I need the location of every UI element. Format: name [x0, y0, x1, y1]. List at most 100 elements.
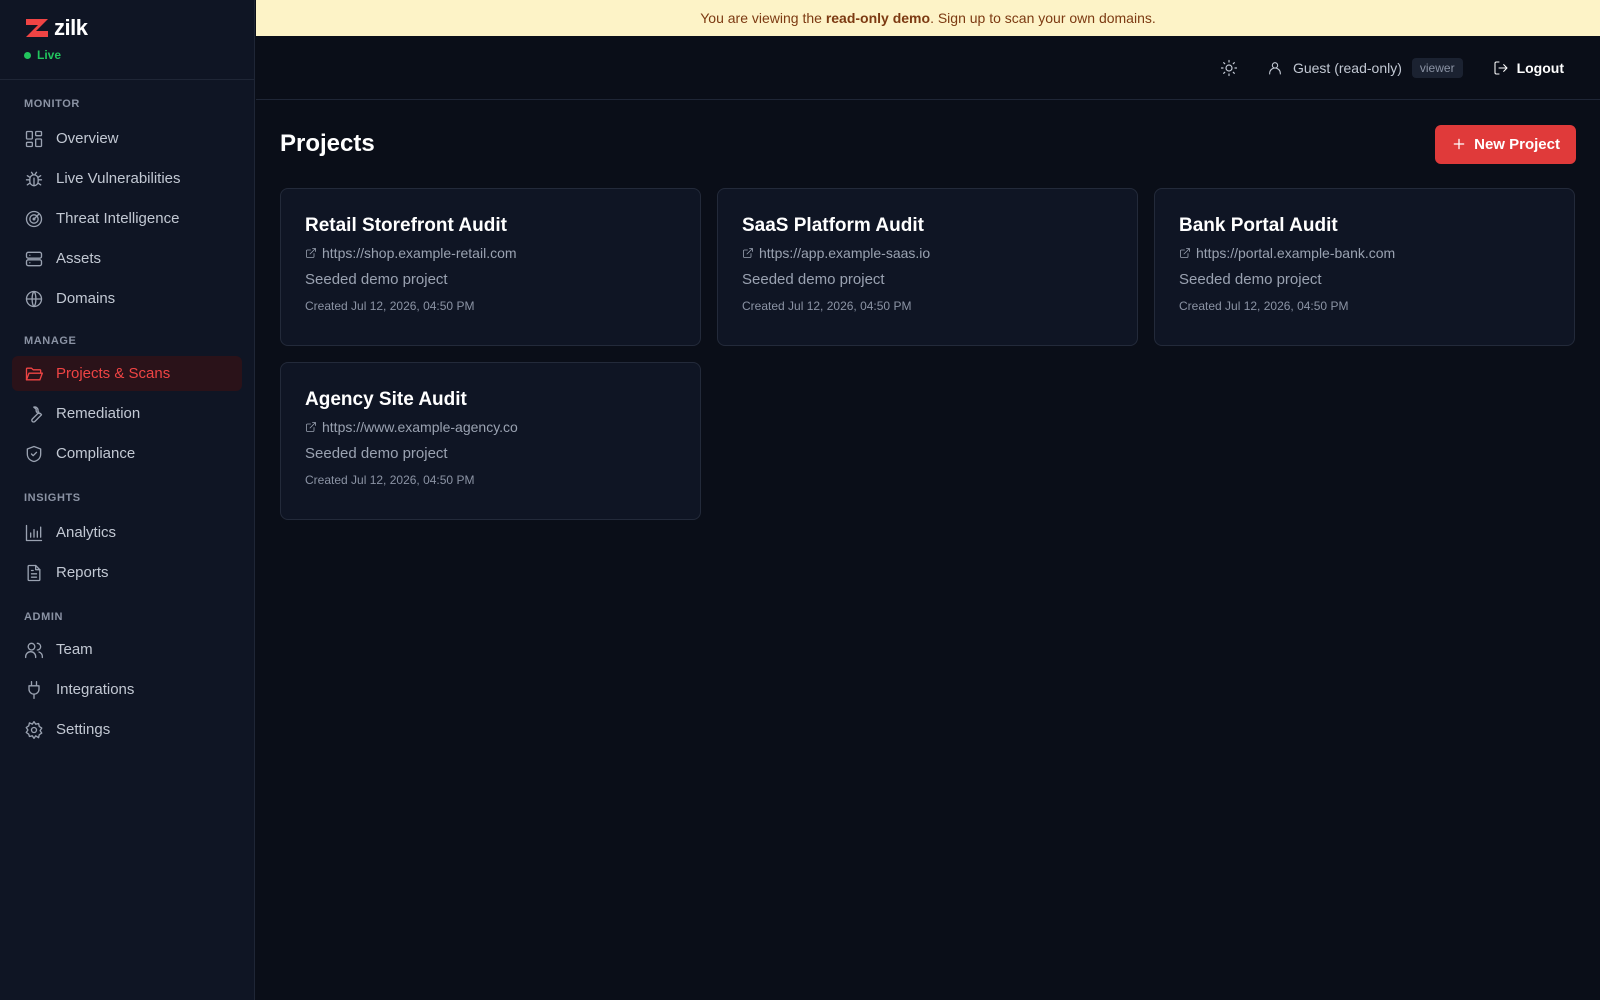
- page-header: Projects New Project: [280, 100, 1576, 188]
- section-title-insights: INSIGHTS: [24, 492, 81, 504]
- banner-prefix: You are viewing the: [700, 10, 826, 26]
- sidebar-item-label: Overview: [56, 130, 119, 147]
- project-description: Seeded demo project: [742, 271, 885, 288]
- project-title: Bank Portal Audit: [1179, 215, 1338, 236]
- grid-icon: [24, 129, 44, 149]
- globe-icon: [24, 289, 44, 309]
- section-title-monitor: MONITOR: [24, 98, 80, 110]
- projects-grid: Retail Storefront Audit https://shop.exa…: [280, 188, 1576, 520]
- banner-emphasis: read-only demo: [825, 10, 931, 26]
- sidebar-item-live-vulnerabilities[interactable]: Live Vulnerabilities: [12, 161, 242, 196]
- server-icon: [24, 249, 44, 269]
- live-dot-icon: [24, 51, 31, 59]
- project-url-link[interactable]: https://shop.example-retail.com: [305, 245, 676, 261]
- logout-icon: [1491, 58, 1511, 78]
- project-created: Created Jul 12, 2026, 04:50 PM: [742, 299, 912, 313]
- sidebar-item-compliance[interactable]: Compliance: [12, 436, 242, 471]
- project-title: Retail Storefront Audit: [305, 215, 507, 236]
- plus-icon: [1453, 138, 1465, 150]
- project-title: Agency Site Audit: [305, 389, 467, 410]
- sun-icon[interactable]: [1219, 58, 1239, 78]
- users-icon: [24, 640, 44, 660]
- project-url: https://shop.example-retail.com: [322, 245, 517, 261]
- sidebar-item-analytics[interactable]: Analytics: [12, 515, 242, 550]
- plug-icon: [24, 680, 44, 700]
- logo[interactable]: zilk: [24, 16, 230, 40]
- sidebar-item-overview[interactable]: Overview: [12, 121, 242, 156]
- sidebar-item-label: Reports: [56, 564, 109, 581]
- logout-button[interactable]: Logout: [1491, 58, 1564, 78]
- role-badge: viewer: [1411, 57, 1463, 78]
- radar-icon: [24, 209, 44, 229]
- sidebar-item-label: Compliance: [56, 445, 136, 462]
- sidebar-item-remediation[interactable]: Remediation: [12, 396, 242, 431]
- project-url: https://portal.example-bank.com: [1196, 245, 1396, 261]
- new-project-button[interactable]: New Project: [1435, 124, 1576, 164]
- sidebar-item-label: Analytics: [56, 524, 117, 541]
- project-url-link[interactable]: https://www.example-agency.co: [305, 419, 676, 435]
- user-menu[interactable]: Guest (read-only) viewer: [1265, 57, 1463, 78]
- bug-icon: [24, 169, 44, 189]
- brand-name: zilk: [54, 15, 88, 40]
- sidebar-item-label: Projects & Scans: [56, 365, 171, 382]
- sidebar-nav: MONITOR Overview Live Vulnerabilities Th…: [0, 95, 254, 747]
- project-url-link[interactable]: https://portal.example-bank.com: [1179, 245, 1550, 261]
- shield-icon: [24, 444, 44, 464]
- project-created: Created Jul 12, 2026, 04:50 PM: [305, 299, 475, 313]
- external-link-icon: [306, 248, 316, 258]
- project-url: https://app.example-saas.io: [759, 245, 931, 261]
- file-icon: [24, 563, 44, 583]
- project-created: Created Jul 12, 2026, 04:50 PM: [1179, 299, 1349, 313]
- sidebar-item-reports[interactable]: Reports: [12, 555, 242, 590]
- page-title: Projects: [280, 130, 375, 157]
- project-title: SaaS Platform Audit: [742, 215, 924, 236]
- sidebar-item-projects-scans[interactable]: Projects & Scans: [12, 356, 242, 391]
- external-link-icon: [743, 248, 753, 258]
- sidebar-item-label: Remediation: [56, 405, 141, 422]
- banner-suffix: . Sign up to scan your own domains.: [930, 10, 1156, 26]
- sidebar-item-label: Live Vulnerabilities: [56, 170, 181, 187]
- top-header: Guest (read-only) viewer Logout: [256, 36, 1600, 100]
- sidebar-item-label: Domains: [56, 290, 116, 307]
- gear-icon: [24, 720, 44, 740]
- sidebar-item-label: Settings: [56, 721, 111, 738]
- sidebar-item-domains[interactable]: Domains: [12, 281, 242, 316]
- section-title-admin: ADMIN: [24, 611, 64, 623]
- project-url-link[interactable]: https://app.example-saas.io: [742, 245, 1113, 261]
- project-card[interactable]: SaaS Platform Audit https://app.example-…: [717, 188, 1138, 346]
- project-url: https://www.example-agency.co: [322, 419, 518, 435]
- user-icon: [1265, 58, 1285, 78]
- sidebar: zilk Live MONITOR Overview Live Vulnerab…: [0, 0, 255, 1000]
- bar-chart-icon: [24, 523, 44, 543]
- folder-icon: [24, 364, 44, 384]
- sidebar-item-integrations[interactable]: Integrations: [12, 672, 242, 707]
- user-name: Guest (read-only): [1292, 59, 1402, 76]
- main-content: Projects New Project Retail Storefront A…: [256, 100, 1600, 1000]
- project-created: Created Jul 12, 2026, 04:50 PM: [305, 473, 475, 487]
- sidebar-item-assets[interactable]: Assets: [12, 241, 242, 276]
- zilk-logo-icon: [26, 19, 48, 37]
- project-card[interactable]: Bank Portal Audit https://portal.example…: [1154, 188, 1575, 346]
- demo-banner: You are viewing the read-only demo . Sig…: [256, 0, 1600, 36]
- sidebar-item-label: Assets: [56, 250, 102, 267]
- brand: zilk Live: [0, 0, 254, 80]
- external-link-icon: [306, 422, 316, 432]
- sidebar-item-label: Integrations: [56, 681, 135, 698]
- live-status: Live: [24, 48, 230, 62]
- sidebar-item-settings[interactable]: Settings: [12, 712, 242, 747]
- sidebar-item-team[interactable]: Team: [12, 632, 242, 667]
- sidebar-item-label: Threat Intelligence: [56, 210, 180, 227]
- live-status-label: Live: [37, 48, 62, 62]
- sidebar-item-label: Team: [56, 641, 93, 658]
- project-description: Seeded demo project: [1179, 271, 1322, 288]
- wrench-icon: [24, 404, 44, 424]
- project-card[interactable]: Agency Site Audit https://www.example-ag…: [280, 362, 701, 520]
- section-title-manage: MANAGE: [24, 335, 77, 347]
- project-card[interactable]: Retail Storefront Audit https://shop.exa…: [280, 188, 701, 346]
- project-description: Seeded demo project: [305, 271, 448, 288]
- new-project-label: New Project: [1474, 135, 1560, 153]
- sidebar-item-threat-intelligence[interactable]: Threat Intelligence: [12, 201, 242, 236]
- logout-label: Logout: [1516, 59, 1564, 76]
- external-link-icon: [1180, 248, 1190, 258]
- project-description: Seeded demo project: [305, 445, 448, 462]
